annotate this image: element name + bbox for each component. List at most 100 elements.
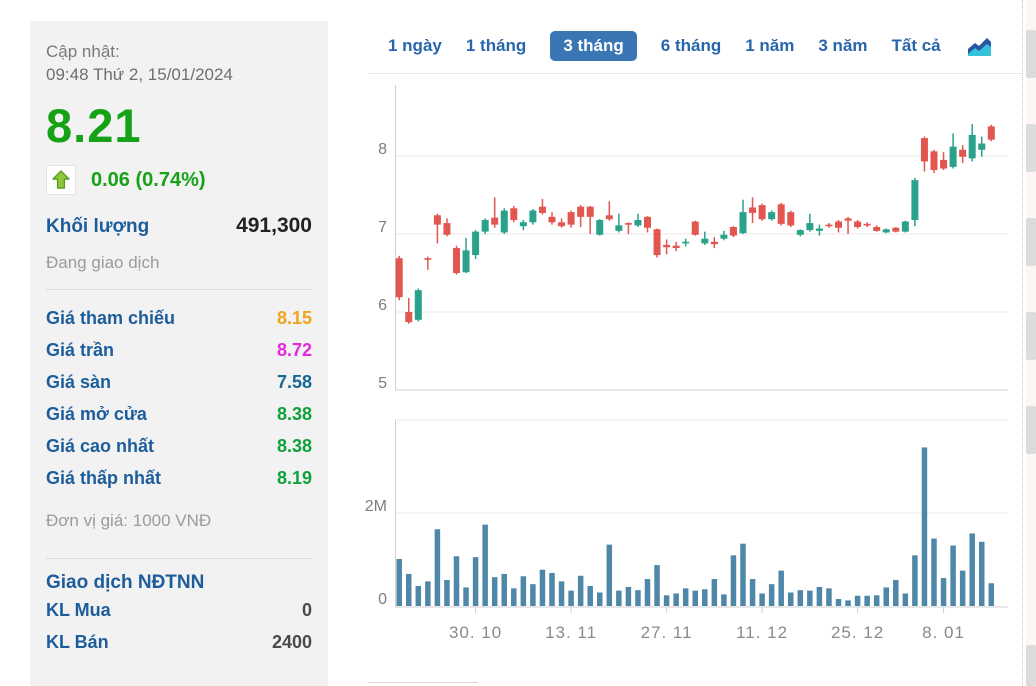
volume-bar: [712, 579, 718, 606]
candle: [510, 208, 517, 220]
volume-bar: [511, 588, 517, 606]
candle: [434, 215, 441, 224]
candle: [577, 207, 584, 217]
clipped-right-row: [1026, 312, 1036, 360]
volume-bar: [406, 574, 412, 606]
volume-bar: [979, 542, 985, 606]
volume-bar: [597, 593, 603, 606]
volume-bar: [788, 593, 794, 606]
volume-bar: [893, 580, 899, 606]
volume-bar: [549, 573, 555, 606]
volume-bar: [950, 546, 956, 606]
clipped-right-row: [1026, 645, 1036, 686]
volume-bar: [559, 581, 565, 606]
candle: [701, 239, 708, 244]
volume-bar: [874, 595, 880, 606]
candle: [931, 151, 938, 170]
volume-bar: [635, 590, 641, 606]
candle: [797, 230, 804, 235]
candle: [587, 207, 594, 217]
volume-bar: [416, 586, 422, 606]
volume-bar: [731, 555, 737, 606]
clipped-right-row: [1026, 30, 1036, 78]
candle: [405, 312, 412, 322]
svg-text:13. 11: 13. 11: [545, 623, 597, 642]
candle: [720, 235, 727, 239]
volume-bar: [578, 576, 584, 606]
candle: [749, 207, 756, 212]
volume-series: [396, 447, 994, 606]
volume-bar: [587, 586, 593, 606]
candle: [615, 225, 622, 230]
volume-bar: [759, 593, 765, 606]
svg-text:5: 5: [378, 375, 387, 392]
candle: [558, 222, 565, 226]
volume-bar: [673, 593, 679, 606]
candle: [568, 212, 575, 224]
clipped-right-panel: [1026, 0, 1036, 686]
candle: [883, 229, 890, 232]
volume-bar: [654, 565, 660, 606]
volume-bar: [941, 578, 947, 606]
candle: [969, 135, 976, 158]
candle: [759, 205, 766, 219]
clipped-right-row: [1026, 124, 1036, 172]
candle: [902, 222, 909, 232]
candle: [845, 218, 852, 220]
volume-bar: [454, 556, 460, 606]
volume-bar: [540, 570, 546, 606]
candle: [950, 147, 957, 167]
price-volume-chart[interactable]: 30. 1013. 1127. 1111. 1225. 128. 0187652…: [0, 0, 1036, 686]
candle: [787, 212, 794, 225]
volume-bar: [425, 581, 431, 606]
svg-text:2M: 2M: [365, 498, 387, 515]
volume-bar: [798, 590, 804, 606]
candle: [529, 211, 536, 223]
volume-bar: [530, 584, 536, 606]
volume-bar: [864, 596, 870, 606]
candle: [911, 180, 918, 220]
candle: [463, 250, 470, 272]
candle: [692, 222, 699, 235]
volume-bar: [502, 574, 508, 606]
volume-bar: [463, 587, 469, 606]
candle: [549, 217, 556, 222]
candle: [634, 220, 641, 225]
candle: [606, 215, 613, 219]
candle: [959, 150, 966, 157]
svg-text:25. 12: 25. 12: [831, 623, 884, 642]
volume-bar: [568, 591, 574, 606]
svg-text:27. 11: 27. 11: [641, 623, 693, 642]
svg-text:8. 01: 8. 01: [922, 623, 965, 642]
candle: [501, 211, 508, 233]
svg-text:11. 12: 11. 12: [736, 623, 788, 642]
volume-bar: [693, 591, 699, 606]
candle: [873, 227, 880, 231]
volume-bar: [807, 591, 813, 606]
candle: [644, 217, 651, 228]
candle: [482, 220, 489, 232]
candle: [453, 248, 460, 273]
volume-bar: [969, 533, 975, 606]
volume-bar: [626, 587, 632, 606]
candle: [396, 258, 403, 297]
clipped-right-row: [1026, 218, 1036, 266]
candle: [443, 223, 450, 235]
candle: [654, 229, 661, 255]
svg-text:6: 6: [378, 297, 387, 314]
candle: [806, 223, 813, 230]
volume-bar: [903, 593, 909, 606]
volume-bar: [482, 525, 488, 606]
volume-bar: [769, 584, 775, 606]
stock-detail-page: Cập nhật: 09:48 Thứ 2, 15/01/2024 8.21 0…: [0, 0, 1036, 686]
candle: [472, 232, 479, 255]
candle: [892, 228, 899, 232]
volume-bar: [683, 588, 689, 606]
candle: [415, 290, 422, 320]
candle: [778, 204, 785, 224]
volume-bar: [855, 596, 861, 606]
candle: [940, 160, 947, 169]
candle: [816, 229, 823, 231]
candle: [491, 218, 498, 225]
volume-bar: [473, 557, 479, 606]
